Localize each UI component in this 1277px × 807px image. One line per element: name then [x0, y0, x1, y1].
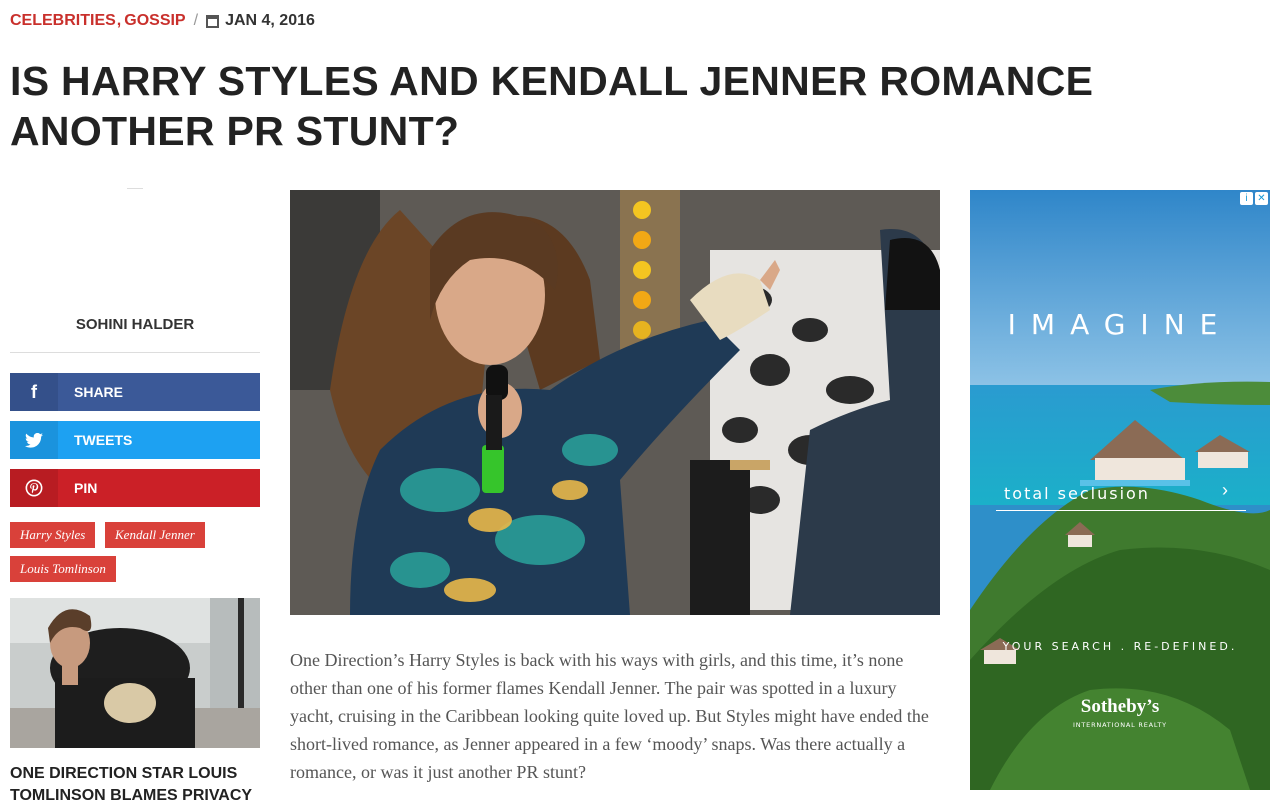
twitter-share-label: TWEETS [74, 432, 133, 448]
sothebys-ad-banner[interactable]: i ✕ IMAGINE total seclusion › YOUR SEARC… [970, 190, 1270, 790]
author-divider [10, 352, 260, 353]
chevron-right-icon: › [1222, 480, 1228, 500]
article-hero-image [290, 190, 940, 615]
related-post-image[interactable] [10, 598, 260, 748]
ad-subline: YOUR SEARCH . RE-DEFINED. [1002, 640, 1238, 653]
category-link-gossip[interactable]: GOSSIP [124, 12, 185, 30]
category-separator: , [116, 12, 122, 29]
ad-close-icon[interactable]: ✕ [1255, 192, 1268, 205]
pinterest-share-label: PIN [74, 480, 98, 496]
author-name[interactable]: SOHINI HALDER [10, 316, 260, 333]
author-avatar-placeholder [127, 188, 143, 189]
article-headline: IS HARRY STYLES AND KENDALL JENNER ROMAN… [10, 58, 1094, 154]
related-post-title[interactable]: ONE DIRECTION STAR LOUIS TOMLINSON BLAME… [10, 763, 260, 807]
post-date: JAN 4, 2016 [225, 12, 315, 29]
ad-headline: IMAGINE [1007, 308, 1233, 341]
ad-brand-subtitle: INTERNATIONAL REALTY [1073, 721, 1167, 729]
twitter-share-button[interactable]: TWEETS [10, 421, 260, 459]
twitter-icon [10, 421, 58, 459]
pinterest-share-button[interactable]: PIN [10, 469, 260, 507]
calendar-icon [206, 14, 220, 28]
tag-louis-tomlinson[interactable]: Louis Tomlinson [10, 556, 116, 582]
pinterest-icon [10, 469, 58, 507]
facebook-share-button[interactable]: f SHARE [10, 373, 260, 411]
facebook-share-label: SHARE [74, 384, 124, 400]
ad-brand-logo: Sotheby’s [1080, 696, 1160, 717]
ad-tagline: total seclusion [1004, 484, 1150, 503]
article-body-paragraph: One Direction’s Harry Styles is back wit… [290, 650, 929, 782]
ad-divider [996, 510, 1246, 511]
post-meta: CELEBRITIES , GOSSIP / JAN 4, 2016 [10, 10, 315, 32]
tag-kendall-jenner[interactable]: Kendall Jenner [105, 522, 205, 548]
facebook-icon: f [10, 373, 58, 411]
category-link-celebrities[interactable]: CELEBRITIES [10, 12, 116, 30]
ad-info-icon[interactable]: i [1240, 192, 1253, 205]
tag-harry-styles[interactable]: Harry Styles [10, 522, 96, 548]
meta-separator: / [193, 12, 199, 29]
ad-controls: i ✕ [1240, 192, 1268, 205]
